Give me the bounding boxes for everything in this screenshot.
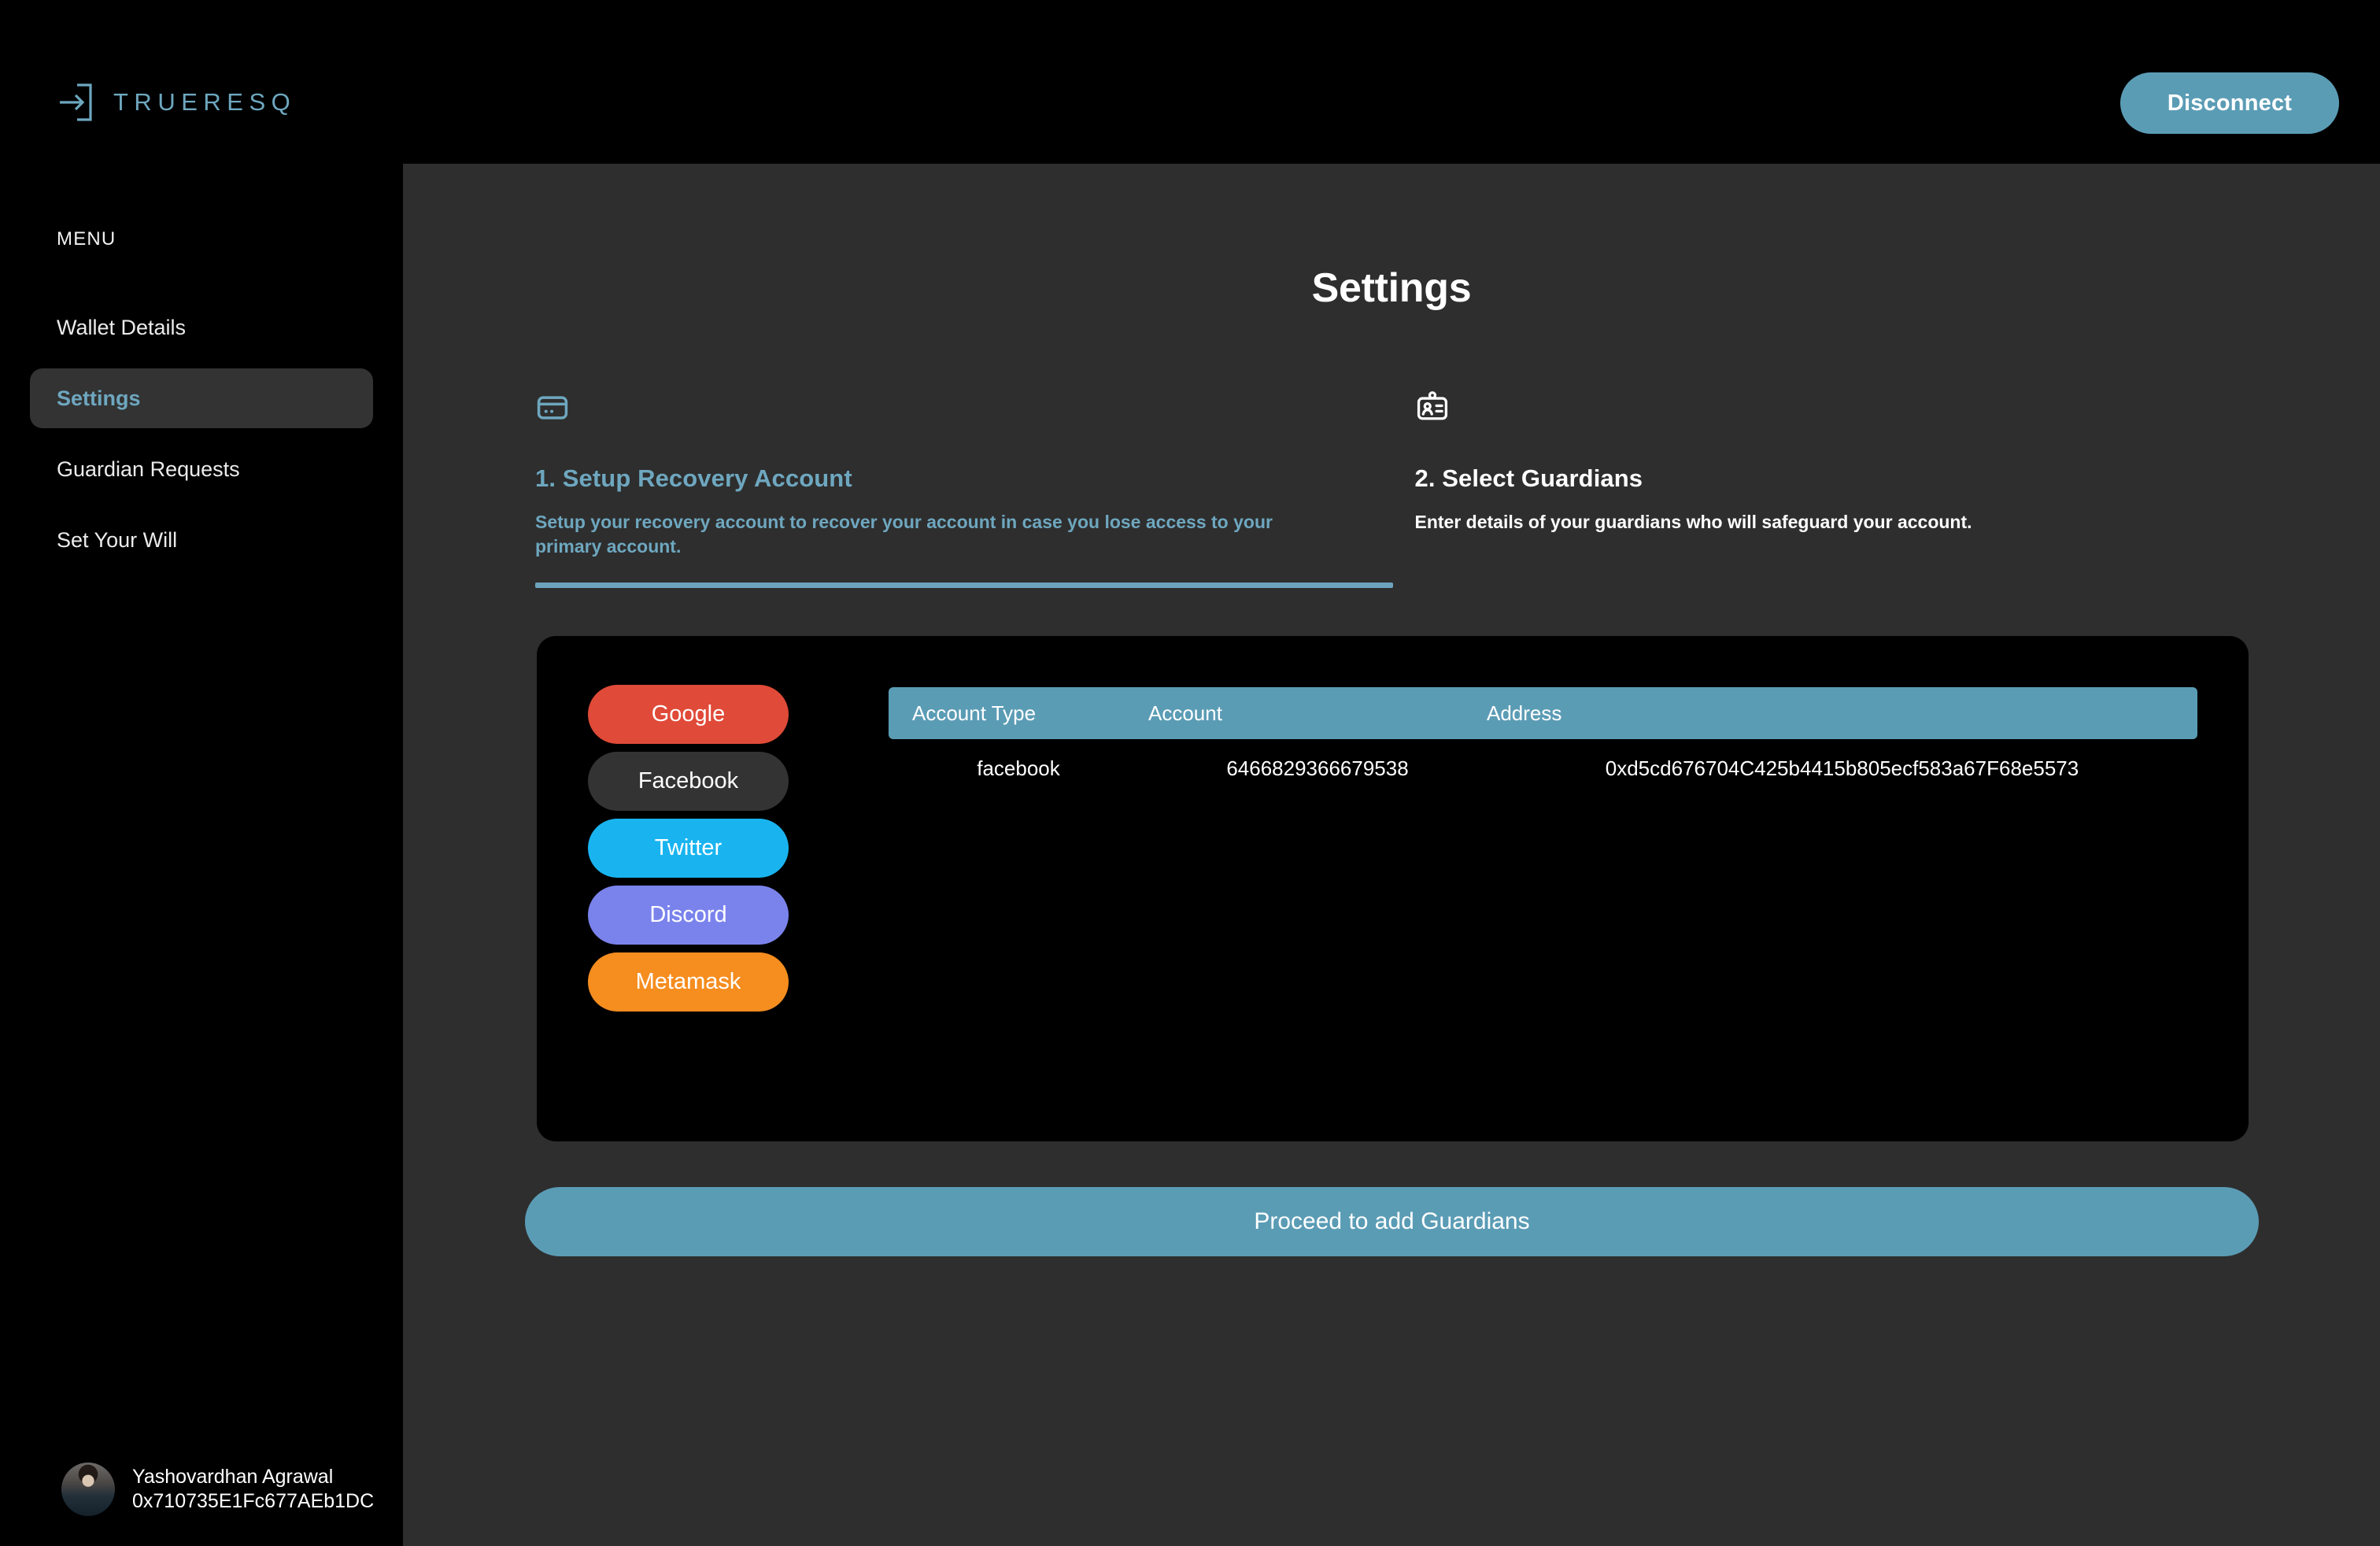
profile-address: 0x710735E1Fc677AEb1DC (132, 1490, 375, 1512)
step-description: Enter details of your guardians who will… (1414, 512, 1972, 532)
sidebar-item-settings[interactable]: Settings (30, 368, 373, 428)
social-button-discord[interactable]: Discord (588, 886, 789, 945)
sidebar-item-guardian-requests[interactable]: Guardian Requests (30, 439, 373, 499)
steps-container: 1. Setup Recovery Account Setup your rec… (535, 390, 2267, 588)
sidebar-item-set-your-will[interactable]: Set Your Will (30, 510, 373, 570)
disconnect-button[interactable]: Disconnect (2120, 72, 2339, 134)
step-setup-recovery-account[interactable]: 1. Setup Recovery Account Setup your rec… (535, 390, 1393, 588)
credit-card-icon (535, 390, 1388, 428)
table-row[interactable]: facebook 6466829366679538 0xd5cd676704C4… (889, 739, 2197, 798)
sidebar-menu: Wallet Details Settings Guardian Request… (30, 298, 373, 581)
social-button-facebook[interactable]: Facebook (588, 752, 789, 811)
social-button-twitter[interactable]: Twitter (588, 819, 789, 878)
sidebar-item-wallet-details[interactable]: Wallet Details (30, 298, 373, 357)
arrow-into-bracket-icon (57, 83, 93, 122)
profile-name: Yashovardhan Agrawal (132, 1466, 334, 1488)
sidebar-heading: MENU (57, 228, 116, 250)
social-button-google[interactable]: Google (588, 685, 789, 744)
column-header-account: Account (1148, 701, 1222, 725)
sidebar-item-label: Settings (57, 386, 141, 410)
table-header-row: Account Type Account Address (889, 687, 2197, 739)
brand-name: TRUERESQ (113, 88, 297, 116)
sidebar-item-label: Wallet Details (57, 315, 187, 339)
step-active-underline (535, 582, 1393, 588)
social-button-metamask[interactable]: Metamask (588, 952, 789, 1012)
profile-text: Yashovardhan Agrawal 0x710735E1Fc677AEb1… (132, 1466, 374, 1513)
social-provider-list: Google Facebook Twitter Discord Metamask (588, 685, 789, 1012)
step-select-guardians[interactable]: 2. Select Guardians Enter details of you… (1415, 390, 2267, 588)
recovery-accounts-table: Account Type Account Address facebook 64… (889, 687, 2197, 798)
top-bar: TRUERESQ Disconnect (0, 0, 2380, 164)
step-description: Setup your recovery account to recover y… (535, 512, 1273, 557)
cell-address: 0xd5cd676704C425b4415b805ecf583a67F68e55… (1605, 756, 2079, 780)
avatar (61, 1463, 115, 1516)
sidebar: MENU Wallet Details Settings Guardian Re… (0, 164, 403, 1546)
main-panel: Settings 1. Setup Recovery Account Setup… (403, 164, 2380, 1546)
column-header-address: Address (1487, 701, 1562, 725)
user-profile[interactable]: Yashovardhan Agrawal 0x710735E1Fc677AEb1… (61, 1463, 392, 1516)
column-header-account-type: Account Type (912, 701, 1037, 725)
proceed-to-add-guardians-button[interactable]: Proceed to add Guardians (525, 1187, 2259, 1256)
sidebar-item-label: Guardian Requests (57, 457, 240, 481)
recovery-account-card: Google Facebook Twitter Discord Metamask… (537, 636, 2249, 1141)
app-root: TRUERESQ Disconnect MENU Wallet Details … (0, 0, 2380, 1546)
brand-logo[interactable]: TRUERESQ (57, 83, 296, 122)
step-title: 1. Setup Recovery Account (535, 464, 852, 492)
page-title: Settings (1311, 265, 1472, 311)
sidebar-item-label: Set Your Will (57, 527, 178, 552)
id-badge-icon (1415, 390, 2267, 428)
cell-account: 6466829366679538 (1226, 756, 1409, 780)
cell-account-type: facebook (977, 756, 1060, 780)
step-title: 2. Select Guardians (1414, 464, 1643, 492)
